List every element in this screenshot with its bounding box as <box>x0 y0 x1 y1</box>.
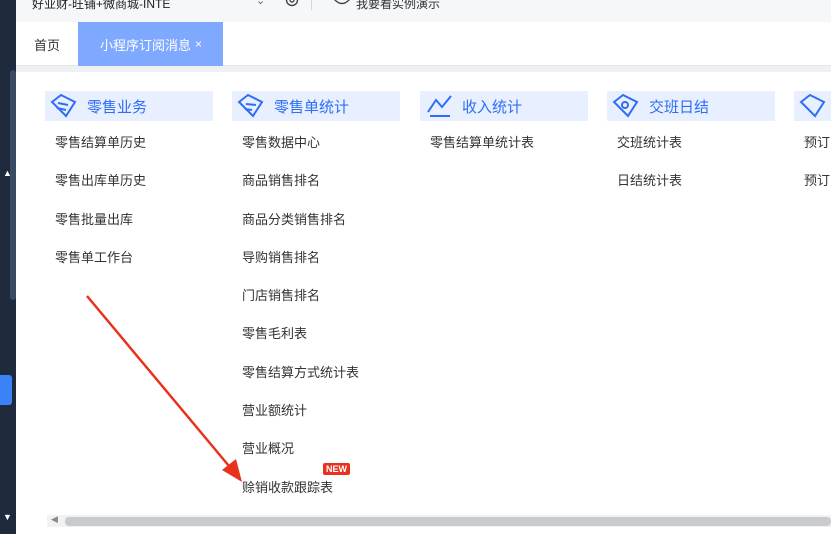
sidebar-active-item[interactable] <box>0 375 12 405</box>
demo-link[interactable]: 我要看实例演示 <box>356 0 440 12</box>
scroll-left-icon[interactable]: ◀ <box>51 514 58 525</box>
column-header: 零售业务 <box>45 91 213 121</box>
horizontal-scrollbar[interactable]: ◀ <box>47 514 831 527</box>
menu-item[interactable]: 零售单工作台 <box>45 248 213 286</box>
menu-item[interactable]: 营业概况 <box>232 439 400 477</box>
left-sidebar: ▲ ▼ <box>0 0 16 534</box>
menu-item-label: 赊销收款跟踪表 <box>242 479 334 495</box>
menu-item[interactable]: 日结统计表 <box>607 171 775 209</box>
menu-item[interactable]: 零售数据中心 <box>232 133 400 171</box>
chevron-down-icon[interactable]: ⌄ <box>256 0 265 7</box>
menu-item-credit-sales-tracking[interactable]: 赊销收款跟踪表 NEW <box>232 462 400 516</box>
eye-icon <box>334 0 350 5</box>
column-title: 收入统计 <box>462 98 523 116</box>
menu-item[interactable]: 零售出库单历史 <box>45 171 213 209</box>
menu-item[interactable]: 预订 <box>794 171 831 209</box>
new-badge: NEW <box>323 462 350 475</box>
menu-item[interactable]: 零售结算单历史 <box>45 133 213 171</box>
menu-column-income-stats: 收入统计 零售结算单统计表 <box>420 91 588 171</box>
company-selector[interactable]: 好业财-旺铺+微商城-INTE <box>32 0 170 12</box>
tab-mini-program-subscription[interactable]: 小程序订阅消息 × <box>78 22 223 66</box>
divider <box>311 0 312 10</box>
app-root: ▲ ▼ 好业财-旺铺+微商城-INTE ⌄ 我要看实例演示 首页 小程序订阅消息… <box>0 0 831 534</box>
sidebar-scroll-down-icon[interactable]: ▼ <box>3 512 12 522</box>
column-title: 交班日结 <box>649 98 710 116</box>
retail-business-icon <box>50 93 77 118</box>
retail-stats-icon <box>237 93 264 118</box>
sidebar-scrollbar[interactable] <box>10 70 16 300</box>
menu-item[interactable]: 商品分类销售排名 <box>232 210 400 248</box>
menu-column-retail-stats: 零售单统计 零售数据中心 商品销售排名 商品分类销售排名 导购销售排名 门店销售… <box>232 91 400 516</box>
menu-item[interactable]: 零售结算单统计表 <box>420 133 588 171</box>
menu-column-shift-close: 交班日结 交班统计表 日结统计表 <box>607 91 775 210</box>
tab-bar: 首页 小程序订阅消息 × <box>16 22 831 66</box>
menu-item[interactable]: 导购销售排名 <box>232 248 400 286</box>
income-stats-icon <box>427 95 452 117</box>
menu-item[interactable]: 门店销售排名 <box>232 286 400 324</box>
menu-item[interactable]: 零售结算方式统计表 <box>232 363 400 401</box>
menu-column-reservation: 预订 预订 <box>794 91 831 210</box>
menu-item[interactable]: 预订 <box>794 133 831 171</box>
settings-icon[interactable] <box>284 0 300 8</box>
tab-bar-shadow <box>16 66 831 72</box>
menu-item[interactable]: 交班统计表 <box>607 133 775 171</box>
column-header <box>794 91 831 121</box>
column-title: 零售业务 <box>87 98 148 116</box>
column-header: 收入统计 <box>420 91 588 121</box>
menu-item[interactable]: 营业额统计 <box>232 401 400 439</box>
scrollbar-thumb[interactable] <box>65 517 831 526</box>
menu-item[interactable]: 零售批量出库 <box>45 210 213 248</box>
menu-item[interactable]: 零售毛利表 <box>232 324 400 362</box>
column-header: 零售单统计 <box>232 91 400 121</box>
tab-home[interactable]: 首页 <box>34 35 60 54</box>
top-bar: 好业财-旺铺+微商城-INTE ⌄ 我要看实例演示 <box>16 0 831 22</box>
menu-column-retail-business: 零售业务 零售结算单历史 零售出库单历史 零售批量出库 零售单工作台 <box>45 91 213 286</box>
sidebar-scroll-up-icon[interactable]: ▲ <box>3 168 12 178</box>
reservation-icon <box>799 93 826 118</box>
shift-close-icon <box>612 93 639 118</box>
column-header: 交班日结 <box>607 91 775 121</box>
column-title: 零售单统计 <box>274 98 350 116</box>
menu-item[interactable]: 商品销售排名 <box>232 171 400 209</box>
tab-label: 小程序订阅消息 <box>100 37 192 53</box>
close-icon[interactable]: × <box>195 37 202 51</box>
